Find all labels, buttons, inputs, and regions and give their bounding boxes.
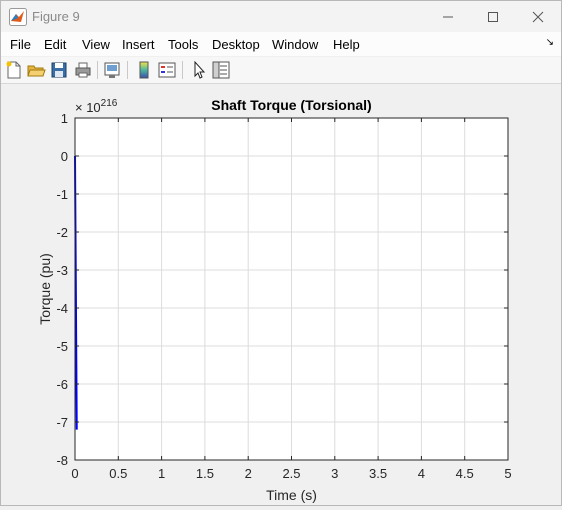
y-tick-label: -8	[56, 453, 68, 468]
x-tick-label: 2	[245, 466, 252, 481]
menu-help[interactable]: Help	[333, 37, 360, 52]
maximize-icon	[488, 11, 498, 22]
close-button[interactable]	[515, 1, 561, 32]
toolbar-separator	[182, 61, 183, 79]
toolbar-separator	[127, 61, 128, 79]
y-tick-label: -2	[56, 225, 68, 240]
print-icon[interactable]	[73, 60, 93, 80]
pointer-icon[interactable]	[189, 60, 209, 80]
menu-desktop[interactable]: Desktop	[212, 37, 260, 52]
figure-window: Figure 9 File Edit View Insert Tools Des…	[0, 0, 562, 506]
x-tick-label: 1	[158, 466, 165, 481]
y-tick-label: -7	[56, 415, 68, 430]
y-tick-label: -5	[56, 339, 68, 354]
y-exponent-label: × 10216	[75, 98, 118, 115]
new-figure-icon[interactable]	[4, 60, 24, 80]
x-tick-label: 5	[504, 466, 511, 481]
x-tick-label: 4.5	[456, 466, 474, 481]
colorbar-icon[interactable]	[134, 60, 154, 80]
x-tick-label: 0.5	[109, 466, 127, 481]
title-bar[interactable]: Figure 9	[1, 1, 561, 32]
open-file-icon[interactable]	[26, 60, 46, 80]
toolbar-separator	[97, 61, 98, 79]
figure-toolbar	[1, 57, 561, 84]
y-tick-label: -3	[56, 263, 68, 278]
x-tick-label: 4	[418, 466, 425, 481]
menu-window[interactable]: Window	[272, 37, 318, 52]
matlab-icon	[9, 8, 27, 26]
minimize-button[interactable]	[425, 1, 471, 32]
menu-view[interactable]: View	[82, 37, 110, 52]
y-tick-label: 1	[61, 111, 68, 126]
maximize-button[interactable]	[470, 1, 516, 32]
x-tick-label: 3	[331, 466, 338, 481]
menu-overflow-arrow-icon[interactable]: ↘	[546, 37, 554, 48]
y-tick-label: -6	[56, 377, 68, 392]
x-tick-label: 3.5	[369, 466, 387, 481]
y-tick-label: 0	[61, 149, 68, 164]
exponent-base: × 10	[75, 100, 101, 115]
x-tick-label: 2.5	[282, 466, 300, 481]
menu-bar: File Edit View Insert Tools Desktop Wind…	[1, 32, 561, 56]
y-tick-label: -4	[56, 301, 68, 316]
x-tick-label: 0	[71, 466, 78, 481]
print-preview-icon[interactable]	[102, 60, 122, 80]
minimize-icon	[443, 16, 453, 17]
save-icon[interactable]	[49, 60, 69, 80]
menu-insert[interactable]: Insert	[122, 37, 155, 52]
property-editor-icon[interactable]	[211, 60, 231, 80]
menu-edit[interactable]: Edit	[44, 37, 66, 52]
exponent-power: 216	[101, 98, 118, 109]
y-axis-label: Torque (pu)	[37, 253, 53, 325]
figure-canvas: 0 0.5 1 1.5 2 2.5 3 3.5 4 4.5 5 1 0 -1 -2 -3 -4 -5 -6 -7 -8 ×…	[1, 84, 561, 505]
menu-file[interactable]: File	[10, 37, 31, 52]
close-icon	[532, 11, 544, 22]
chart-title: Shaft Torque (Torsional)	[211, 97, 371, 113]
legend-icon[interactable]	[157, 60, 177, 80]
window-title: Figure 9	[32, 9, 80, 24]
x-axis-label: Time (s)	[266, 487, 317, 503]
y-tick-label: -1	[56, 187, 68, 202]
menu-tools[interactable]: Tools	[168, 37, 198, 52]
x-tick-label: 1.5	[196, 466, 214, 481]
shaft-torque-chart[interactable]: 0 0.5 1 1.5 2 2.5 3 3.5 4 4.5 5 1 0 -1 -2 -3 -4 -5 -6 -7 -8 ×…	[1, 84, 561, 505]
